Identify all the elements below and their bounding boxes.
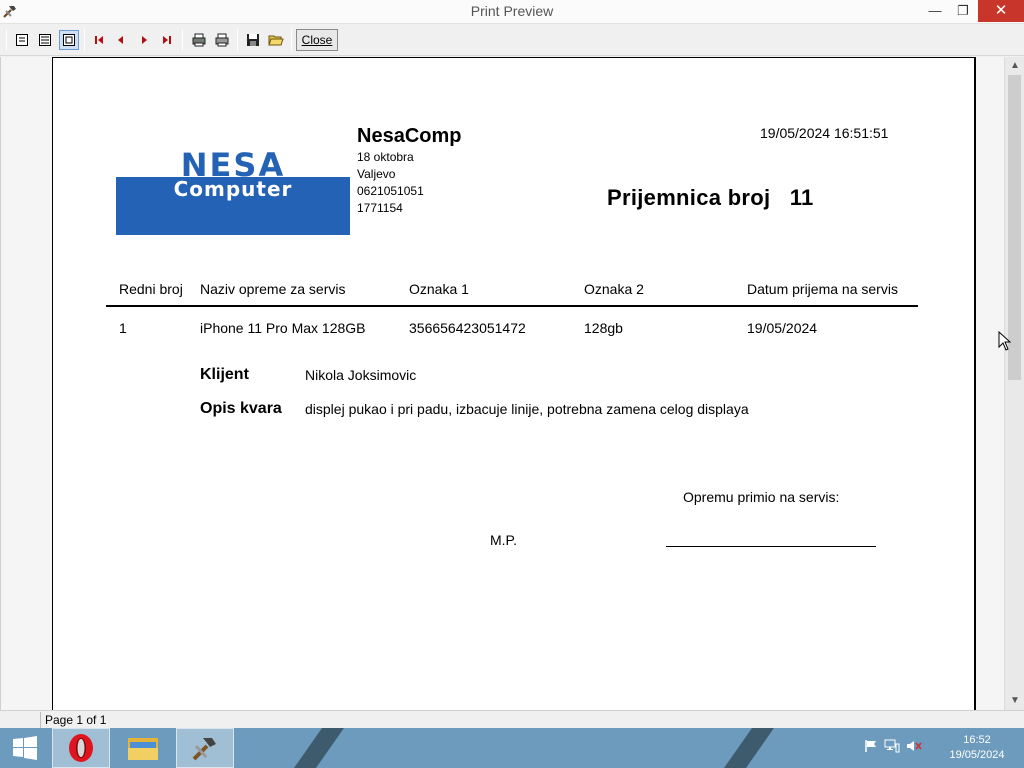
network-icon[interactable]: [884, 739, 900, 758]
file-explorer-icon[interactable]: [114, 728, 172, 768]
column-header: Oznaka 1: [409, 281, 469, 297]
table-cell: 19/05/2024: [747, 320, 818, 336]
zoom-icon[interactable]: [59, 30, 79, 50]
status-bar: Page 1 of 1: [0, 710, 1024, 728]
opera-icon[interactable]: [52, 728, 110, 768]
close-icon[interactable]: ✕: [978, 0, 1024, 22]
column-header: Oznaka 2: [584, 281, 644, 297]
windows-start-icon[interactable]: [0, 728, 50, 768]
toolbar: Close: [0, 24, 1024, 56]
table-cell: iPhone 11 Pro Max 128GB: [200, 320, 366, 336]
window-title: Print Preview: [470, 3, 554, 19]
company-logo: NESA Computer: [116, 143, 350, 235]
table-header-rule: [106, 305, 918, 307]
next-page-icon[interactable]: [134, 30, 154, 50]
mouse-cursor-icon: [998, 331, 1012, 351]
open-icon[interactable]: [266, 30, 286, 50]
toolbar-separator: [237, 29, 238, 51]
column-header: Redni broj: [119, 281, 183, 297]
client-value: Nikola Joksimovic: [305, 367, 417, 383]
document: NESA Computer NesaComp 18 oktobra Valjev…: [52, 57, 972, 710]
fault-label: Opis kvara: [200, 400, 282, 417]
logo-nesa-text: NESA: [180, 146, 286, 177]
logo-computer-text: Computer: [173, 177, 293, 201]
receipt-number: 11: [789, 185, 814, 210]
taskbar-clock[interactable]: 16:52 19/05/2024: [938, 733, 1016, 763]
table-cell: 1: [119, 320, 127, 336]
print-icon[interactable]: [212, 30, 232, 50]
column-header: Naziv opreme za servis: [200, 281, 346, 297]
save-icon[interactable]: [243, 30, 263, 50]
toolbar-separator: [182, 29, 183, 51]
scroll-down-icon[interactable]: ▼: [1005, 692, 1024, 709]
last-page-icon[interactable]: [157, 30, 177, 50]
system-tray: [864, 728, 922, 768]
print-preview-app-icon[interactable]: [176, 728, 234, 768]
volume-muted-icon[interactable]: [906, 739, 922, 758]
company-id: 1771154: [357, 201, 403, 215]
print-timestamp: 19/05/2024 16:51:51: [760, 125, 889, 141]
title-bar: Print Preview — ❐ ✕: [0, 0, 1024, 24]
toolbar-separator: [291, 29, 292, 51]
first-page-icon[interactable]: [89, 30, 109, 50]
taskbar: 16:52 19/05/2024: [0, 728, 1024, 768]
receipt-title: Prijemnica broj 11: [607, 185, 814, 211]
clock-date: 19/05/2024: [949, 749, 1005, 761]
minimize-icon[interactable]: —: [920, 0, 950, 22]
signature-line: [666, 546, 876, 547]
toolbar-separator: [6, 29, 7, 51]
client-label: Klijent: [200, 366, 249, 383]
close-button[interactable]: Close: [296, 29, 338, 51]
table-cell: 356656423051472: [409, 320, 526, 336]
prev-page-icon[interactable]: [111, 30, 131, 50]
clock-time: 16:52: [963, 734, 991, 746]
two-page-icon[interactable]: [35, 30, 55, 50]
vertical-scrollbar[interactable]: ▲ ▼: [1004, 57, 1024, 710]
column-header: Datum prijema na servis: [747, 281, 898, 297]
company-city: Valjevo: [357, 167, 396, 181]
signature-caption: Opremu primio na servis:: [683, 489, 840, 505]
one-page-icon[interactable]: [12, 30, 32, 50]
restore-icon[interactable]: ❐: [950, 0, 976, 22]
receipt-title-label: Prijemnica broj: [607, 185, 771, 210]
stamp-label: M.P.: [490, 532, 517, 548]
scroll-up-icon[interactable]: ▲: [1005, 57, 1024, 74]
company-address: 18 oktobra: [357, 150, 414, 164]
company-name: NesaComp: [357, 125, 462, 147]
fault-value: displej pukao i pri padu, izbacuje linij…: [305, 401, 749, 417]
table-cell: 128gb: [584, 320, 623, 336]
action-center-flag-icon[interactable]: [864, 739, 878, 758]
company-phone: 0621051051: [357, 184, 424, 198]
page-indicator: Page 1 of 1: [40, 712, 1024, 728]
toolbar-separator: [84, 29, 85, 51]
print-setup-icon[interactable]: [189, 30, 209, 50]
